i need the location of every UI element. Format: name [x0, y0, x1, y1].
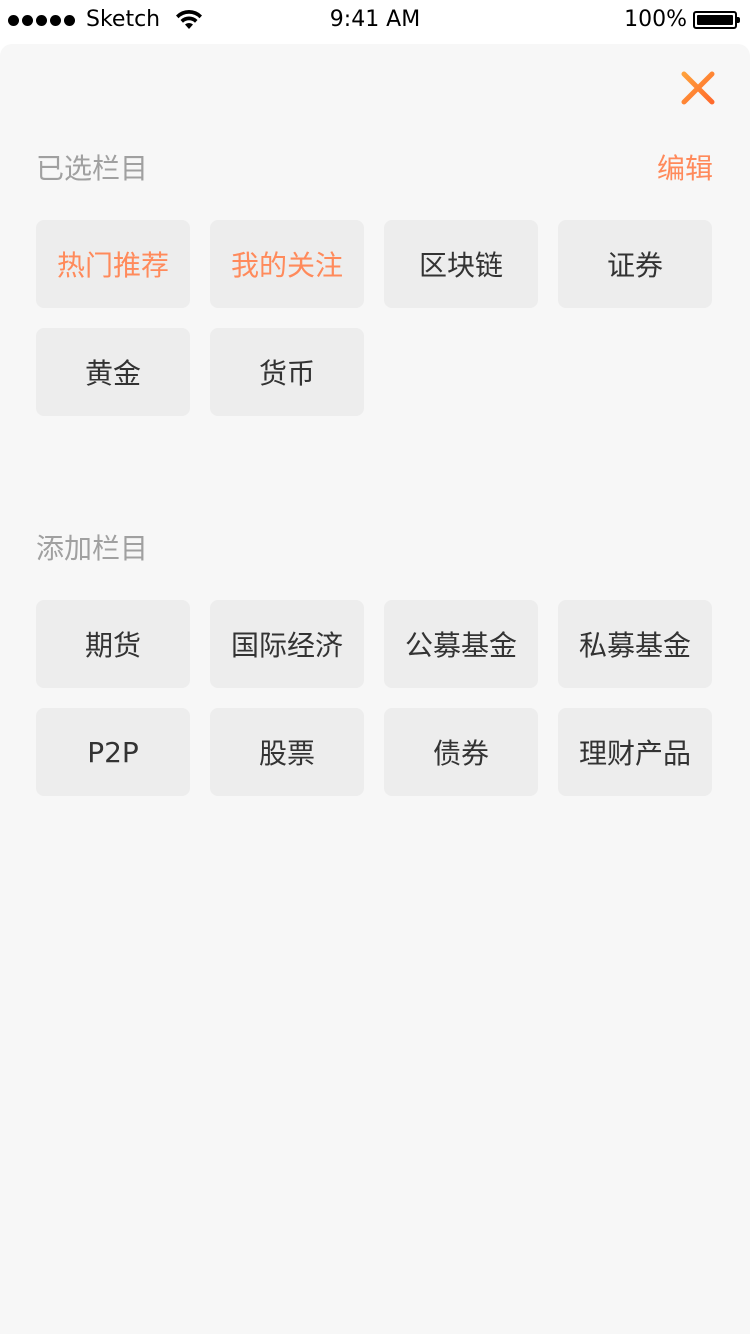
- available-channel-tile-3[interactable]: 私募基金: [558, 600, 712, 688]
- available-channel-tile-1[interactable]: 国际经济: [210, 600, 364, 688]
- status-right: 100%: [624, 6, 740, 34]
- battery-icon: [693, 11, 740, 29]
- status-bar: Sketch 9:41 AM 100%: [0, 0, 750, 40]
- available-channel-tile-7[interactable]: 理财产品: [558, 708, 712, 796]
- selected-channel-tile-5[interactable]: 货币: [210, 328, 364, 416]
- available-section-title: 添加栏目: [36, 532, 149, 565]
- available-channel-tile-2[interactable]: 公募基金: [384, 600, 538, 688]
- selected-channel-tile-0[interactable]: 热门推荐: [36, 220, 190, 308]
- channel-editor-sheet: 已选栏目 编辑 热门推荐 我的关注 区块链 证券黄金 货币 添加栏目 期货 国际经济 公募基…: [0, 44, 750, 1334]
- selected-channel-tile-4[interactable]: 黄金: [36, 328, 190, 416]
- selected-section-title: 已选栏目: [36, 152, 149, 185]
- battery-percent: 100%: [624, 7, 687, 32]
- available-channel-tile-4[interactable]: P2P: [36, 708, 190, 796]
- edit-button[interactable]: 编辑: [657, 149, 713, 189]
- close-icon[interactable]: [680, 70, 716, 106]
- available-channel-tile-0[interactable]: 期货: [36, 600, 190, 688]
- available-channel-tile-5[interactable]: 股票: [210, 708, 364, 796]
- selected-channel-tile-3[interactable]: 证券: [558, 220, 712, 308]
- available-channel-tile-6[interactable]: 债券: [384, 708, 538, 796]
- selected-channel-tile-1[interactable]: 我的关注: [210, 220, 364, 308]
- selected-channel-tile-2[interactable]: 区块链: [384, 220, 538, 308]
